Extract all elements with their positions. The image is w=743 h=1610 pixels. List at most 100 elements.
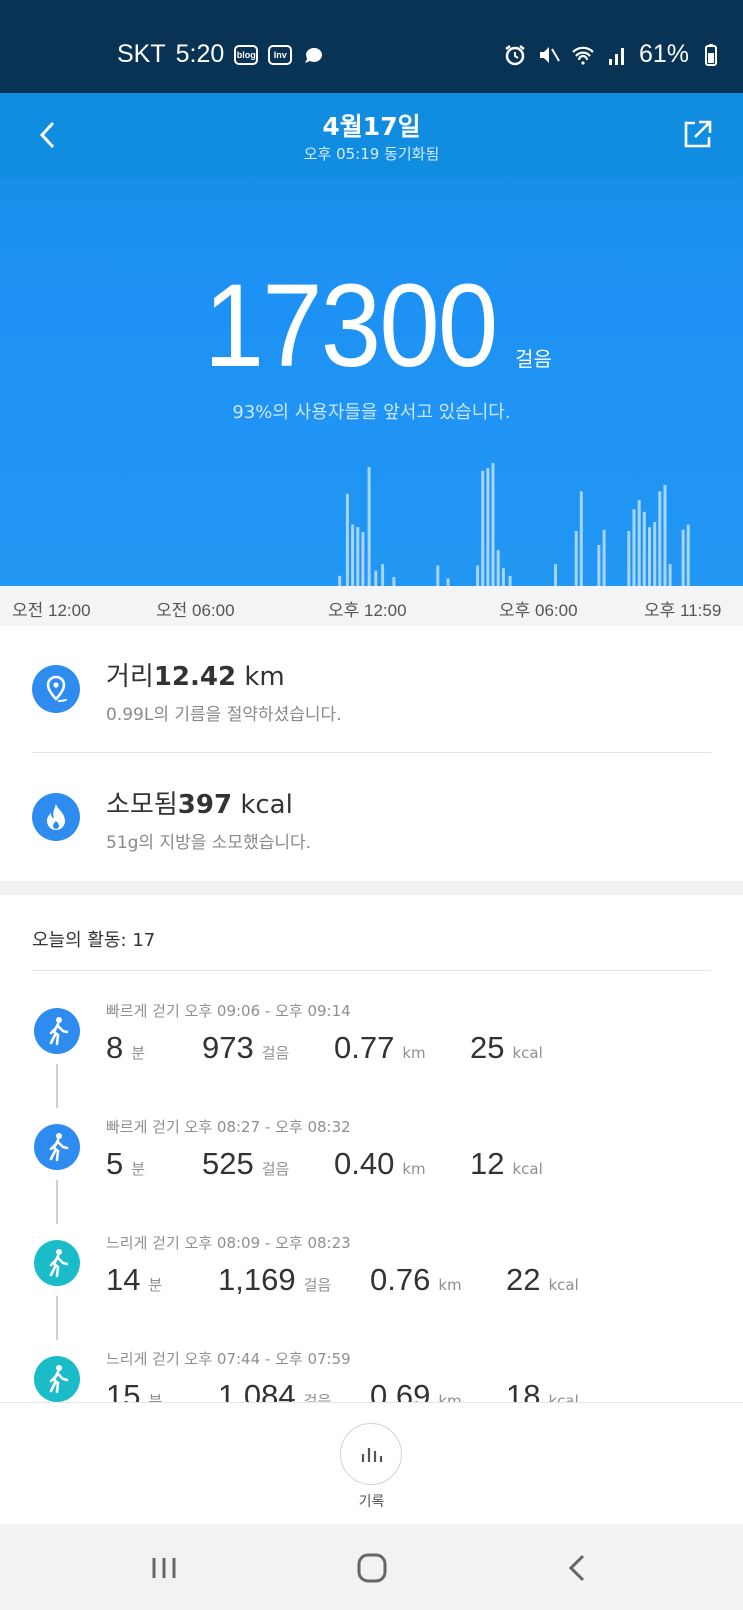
distance-value: 12.42 (153, 662, 237, 692)
activity-calories: 25 kcal (470, 1030, 543, 1066)
steps-value: 1,169 (218, 1262, 296, 1297)
timeline-connector (56, 1180, 58, 1224)
duration-value: 8 (106, 1030, 124, 1065)
status-right: 61% (503, 40, 723, 69)
history-tab-button[interactable] (340, 1423, 402, 1485)
sync-status: 오후 05:19 동기화됨 (303, 145, 440, 163)
chart-bar (681, 529, 685, 586)
chart-bar (579, 491, 583, 586)
activity-calories: 12 kcal (470, 1146, 543, 1182)
chart-bar (436, 565, 440, 586)
activity-title: 느리게 걷기 오후 08:09 - 오후 08:23 (106, 1234, 351, 1252)
distance-unit: km (244, 662, 285, 692)
inv-badge-icon: Inv (268, 44, 293, 65)
step-count: 17300 걸음 (0, 258, 743, 394)
wifi-icon (572, 46, 594, 65)
distance-value: 0.77 (334, 1030, 395, 1065)
chart-bar (367, 467, 371, 586)
activities-count: 17 (132, 930, 156, 951)
x-tick-label: 오후 11:59 (644, 601, 722, 620)
chart-x-axis: 오전 12:00 오전 06:00 오후 12:00 오후 06:00 오후 11:59 (0, 586, 743, 626)
calories-label: 소모됨397 kcal (106, 784, 293, 821)
calories-unit: kcal (512, 1160, 543, 1178)
ranking-text: 93%의 사용자들을 앞서고 있습니다. (232, 402, 511, 423)
signal-icon (608, 47, 624, 65)
step-count-unit: 걸음 (515, 347, 552, 371)
chart-bar (481, 470, 485, 586)
chart-bar (663, 484, 667, 586)
calories-unit: kcal (512, 1044, 543, 1062)
steps-value: 525 (202, 1146, 254, 1181)
page-title: 4월17일 (322, 112, 421, 141)
bar-chart-icon (361, 1448, 383, 1462)
activities-header: 오늘의 활동: 17 (32, 926, 155, 952)
distance-value: 0.40 (334, 1146, 395, 1181)
chart-bar (627, 531, 631, 586)
divider (32, 752, 711, 753)
x-tick-label: 오후 12:00 (328, 601, 407, 620)
chart-bar (648, 527, 651, 586)
steps-unit: 걸음 (261, 1044, 290, 1062)
chart-bar (554, 564, 557, 586)
distance-value: 0.76 (370, 1262, 431, 1297)
calories-unit: kcal (240, 790, 293, 820)
activity-steps: 525 걸음 (202, 1146, 289, 1182)
duration-value: 14 (106, 1262, 141, 1297)
duration-unit: 분 (131, 1044, 146, 1062)
steps-unit: 걸음 (261, 1160, 290, 1178)
walking-icon (34, 1356, 80, 1402)
activity-calories: 22 kcal (506, 1262, 579, 1298)
distance-card[interactable]: 거리12.42 km 0.99L의 기름을 절약하셨습니다. (0, 626, 743, 752)
share-icon[interactable] (677, 115, 717, 155)
x-tick-label: 오전 12:00 (12, 601, 91, 620)
recent-apps-icon[interactable] (142, 1546, 186, 1590)
duration-unit: 분 (148, 1276, 163, 1294)
chart-bar (496, 550, 500, 586)
distance-unit: km (438, 1276, 462, 1294)
activity-distance: 0.77 km (334, 1030, 426, 1066)
chart-bar (658, 491, 662, 586)
calories-value: 12 (470, 1146, 505, 1181)
activity-row[interactable]: 빠르게 걷기 오후 08:27 - 오후 08:32 5 분 525 걸음 0.40 km 1… (0, 1116, 743, 1232)
timeline-connector (56, 1296, 58, 1340)
mute-icon (539, 46, 560, 63)
chart-bar (338, 575, 342, 586)
walking-icon (34, 1008, 80, 1054)
bottom-tab-bar: 기록 (0, 1402, 743, 1524)
distance-title: 거리 (106, 662, 154, 692)
chart-bar (446, 578, 450, 586)
chart-bar (381, 564, 385, 586)
activity-title: 빠르게 걷기 오후 08:27 - 오후 08:32 (106, 1118, 351, 1136)
steps-value: 973 (202, 1030, 254, 1065)
blog-badge-icon: blog (234, 44, 259, 65)
distance-unit: km (402, 1044, 426, 1062)
home-icon[interactable] (350, 1546, 394, 1590)
step-count-value: 17300 (203, 260, 499, 392)
clock: 5:20 (175, 40, 225, 68)
chart-bar (361, 532, 365, 586)
chart-bar (686, 524, 690, 586)
activity-row[interactable]: 느리게 걷기 오후 08:09 - 오후 08:23 14 분 1,169 걸음 0.76… (0, 1232, 743, 1348)
back-icon[interactable] (556, 1546, 600, 1590)
chart-bar (632, 509, 636, 586)
chart-bar (653, 522, 657, 586)
chart-bar (486, 468, 490, 586)
calories-card[interactable]: 소모됨397 kcal 51g의 지방을 소모했습니다. (0, 754, 743, 880)
distance-unit: km (402, 1160, 426, 1178)
activity-row[interactable]: 빠르게 걷기 오후 09:06 - 오후 09:14 8 분 973 걸음 0.77 km 2… (0, 1000, 743, 1116)
fuel-saved-text: 0.99L의 기름을 절약하셨습니다. (106, 705, 342, 725)
activities-label: 오늘의 활동: (32, 930, 127, 951)
chart-bar (392, 577, 396, 586)
chart-bar (597, 545, 601, 586)
chart-bar (602, 529, 606, 586)
x-tick-label: 오전 06:00 (156, 601, 235, 620)
activity-steps: 1,169 걸음 (218, 1262, 331, 1298)
distance-label: 거리12.42 km (106, 656, 285, 693)
activity-distance: 0.40 km (334, 1146, 426, 1182)
chart-bar (351, 524, 355, 586)
chart-bar (476, 565, 480, 586)
activity-title: 느리게 걷기 오후 07:44 - 오후 07:59 (106, 1350, 351, 1368)
battery-level: 61% (638, 40, 689, 68)
activity-steps: 973 걸음 (202, 1030, 289, 1066)
fat-burned-text: 51g의 지방을 소모했습니다. (106, 833, 312, 853)
